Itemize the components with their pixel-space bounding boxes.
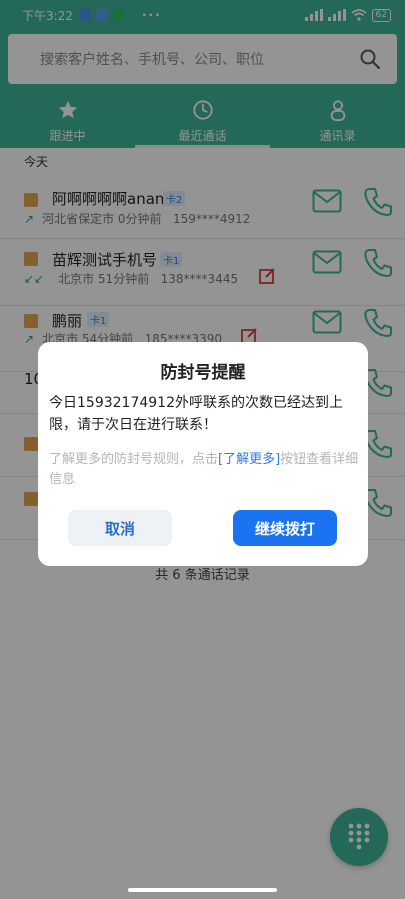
dialog-title: 防封号提醒 [160, 363, 246, 383]
hint-prefix: 了解更多的防封号规则，点击 [49, 452, 219, 467]
anti-block-dialog: 防封号提醒 今日15932174912外呼联系的次数已经达到上限，请于次日在进行… [38, 342, 368, 566]
home-indicator[interactable] [128, 888, 277, 892]
cancel-button[interactable]: 取消 [68, 510, 172, 546]
learn-more-link[interactable]: [了解更多] [218, 452, 280, 467]
dialog-message: 今日15932174912外呼联系的次数已经达到上限，请于次日在进行联系！ [49, 395, 343, 433]
continue-dial-button[interactable]: 继续拨打 [233, 510, 337, 546]
dialog-hint: 了解更多的防封号规则，点击[了解更多]按钮查看详细信息 [49, 450, 361, 490]
